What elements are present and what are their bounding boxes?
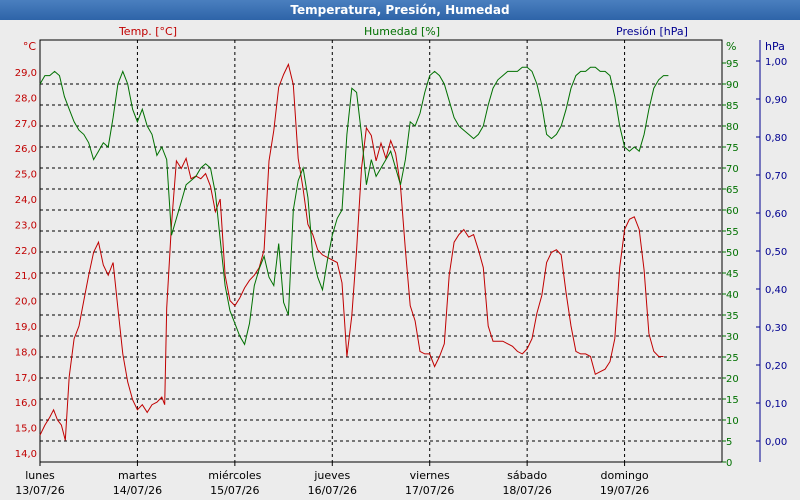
legend-temp: Temp. [°C] [118, 25, 177, 38]
hum-tick-label: 30 [726, 332, 739, 343]
x-date-label: 18/07/26 [502, 484, 551, 497]
x-date-label: 15/07/26 [210, 484, 259, 497]
temp-tick-label: 19,0 [15, 322, 37, 333]
pres-tick-label: 0,00 [765, 437, 787, 448]
hum-tick-label: 65 [726, 185, 739, 196]
pres-tick-label: 0,20 [765, 361, 787, 372]
hum-tick-label: 45 [726, 269, 739, 280]
pres-tick-label: 0,50 [765, 247, 787, 258]
temp-tick-label: 15,0 [15, 424, 37, 435]
x-day-label: viernes [410, 469, 450, 482]
x-axis: lunes 13/07/26 martes 14/07/26 miércoles 15/0… [15, 462, 649, 497]
hum-tick-label: 55 [726, 227, 739, 238]
x-day-label: lunes [25, 469, 55, 482]
chart: 14,0 15,0 16,0 17,0 18,0 19,0 20,0 21,0 22,0 23,0… [15, 25, 788, 497]
temp-tick-label: 21,0 [15, 271, 37, 282]
temp-tick-label: 27,0 [15, 119, 37, 130]
hum-tick-label: 95 [726, 59, 739, 70]
hum-tick-label: 5 [726, 437, 732, 448]
hum-tick-label: 90 [726, 80, 739, 91]
x-date-label: 13/07/26 [15, 484, 64, 497]
x-day-label: jueves [313, 469, 350, 482]
hum-tick-label: 35 [726, 311, 739, 322]
hum-tick-label: 20 [726, 374, 739, 385]
hum-tick-label: 75 [726, 143, 739, 154]
pres-tick-label: 0,30 [765, 323, 787, 334]
pres-tick-label: 1,00 [765, 57, 787, 68]
temp-tick-label: 26,0 [15, 144, 37, 155]
temp-tick-label: 28,0 [15, 93, 37, 104]
hum-tick-label: 40 [726, 290, 739, 301]
hum-tick-label: 50 [726, 248, 739, 259]
hum-tick-label: 60 [726, 206, 739, 217]
hum-tick-label: 25 [726, 353, 739, 364]
temp-unit-label: °C [23, 40, 37, 53]
temp-tick-label: 24,0 [15, 195, 37, 206]
temp-tick-label: 29,0 [15, 68, 37, 79]
temp-tick-label: 22,0 [15, 246, 37, 257]
x-day-label: martes [118, 469, 157, 482]
pres-tick-label: 0,10 [765, 399, 787, 410]
temp-axis: 14,0 15,0 16,0 17,0 18,0 19,0 20,0 21,0 22,0 23,0… [15, 68, 37, 460]
temp-tick-label: 14,0 [15, 449, 37, 460]
temp-tick-label: 23,0 [15, 220, 37, 231]
pres-tick-label: 0,40 [765, 285, 787, 296]
hum-tick-label: 80 [726, 122, 739, 133]
x-date-label: 19/07/26 [600, 484, 649, 497]
hum-tick-label: 70 [726, 164, 739, 175]
pres-unit-label: hPa [765, 40, 785, 53]
x-date-label: 14/07/26 [113, 484, 162, 497]
temp-tick-label: 16,0 [15, 398, 37, 409]
temp-tick-label: 20,0 [15, 297, 37, 308]
temp-tick-label: 18,0 [15, 347, 37, 358]
x-day-label: miércoles [208, 469, 261, 482]
hum-tick-label: 0 [726, 458, 732, 469]
legend-humidity: Humedad [%] [364, 25, 440, 38]
x-day-label: domingo [600, 469, 648, 482]
pres-tick-label: 0,60 [765, 209, 787, 220]
temp-tick-label: 17,0 [15, 373, 37, 384]
pres-tick-label: 0,70 [765, 171, 787, 182]
temp-tick-label: 25,0 [15, 170, 37, 181]
hum-unit-label: % [726, 40, 736, 53]
hum-tick-label: 85 [726, 101, 739, 112]
pres-tick-label: 0,80 [765, 133, 787, 144]
humidity-axis: 0 5 10 15 20 25 30 35 40 45 50 55 60 65 70 75 80 85 90 95 [722, 59, 739, 469]
x-date-label: 17/07/26 [405, 484, 454, 497]
hum-tick-label: 10 [726, 416, 739, 427]
x-date-label: 16/07/26 [308, 484, 357, 497]
pressure-axis: 0,00 0,10 0,20 0,30 0,40 0,50 0,60 0,70 0,80 0,90… [756, 40, 787, 462]
hum-tick-label: 15 [726, 395, 739, 406]
legend-pressure: Presión [hPa] [616, 25, 688, 38]
pres-tick-label: 0,90 [765, 95, 787, 106]
x-day-label: sábado [507, 469, 547, 482]
